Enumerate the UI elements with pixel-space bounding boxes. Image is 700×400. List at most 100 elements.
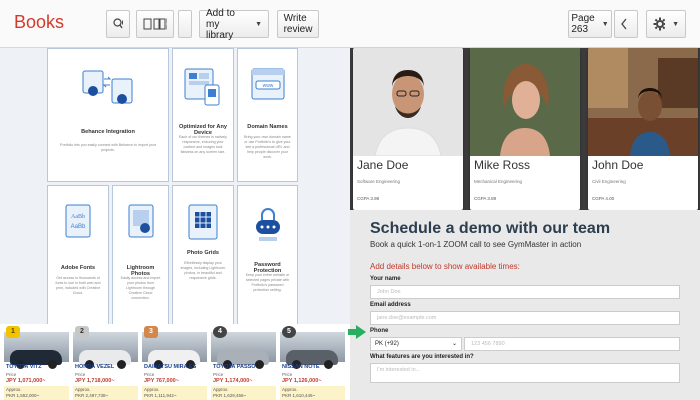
price-label: Price <box>282 372 293 377</box>
price-label: Price <box>6 372 17 377</box>
page-nav-group[interactable] <box>614 10 638 38</box>
feature-desc: Easily access and import your photos fro… <box>120 276 161 300</box>
feature-card-devices: Optimized for Any Device Each of our the… <box>172 48 234 182</box>
lightroom-icon <box>128 204 153 238</box>
name-field[interactable]: John Doe <box>370 285 680 299</box>
car-price: JPY 1,071,000~ <box>6 378 46 384</box>
rank-badge: 2 <box>75 326 89 338</box>
approx-price: Approx. PKR 2,497,738~ <box>73 386 138 400</box>
add-to-library-button[interactable]: Add to my library ▼ <box>199 8 269 41</box>
car-name[interactable]: DAIHATSU MIRA ES <box>144 364 196 370</box>
svg-text:AaBb: AaBb <box>71 224 86 230</box>
feature-desc: Bring your own domain name or use Portfo… <box>244 135 291 159</box>
lock-icon <box>255 208 280 241</box>
car-name[interactable]: TOYOTA VITZ <box>6 364 42 370</box>
feature-card-domain: www Domain Names Bring your own domain n… <box>237 48 298 182</box>
car-item[interactable]: 4 TOYOTA PASSO Price JPY 1,174,000~ Appr… <box>211 324 276 400</box>
features-textarea[interactable]: I'm interested in... <box>370 363 680 383</box>
feature-card-behance: Behance Integration Portfolio lets you e… <box>47 48 169 182</box>
country-code-value: PK (+92) <box>375 341 399 347</box>
page-label: Page 263 <box>571 13 595 35</box>
car-name[interactable]: NISSAN NOTE <box>282 364 320 370</box>
demo-form: Schedule a demo with our team Book a qui… <box>348 210 700 400</box>
dropdown-icon: ▼ <box>255 20 262 28</box>
feature-desc: Keep your entire website or selected pag… <box>245 273 290 292</box>
car-item[interactable]: 2 HONDA VEZEL Price JPY 1,718,000~ Appro… <box>73 324 138 400</box>
feature-card-password: Password Protection Keep your entire web… <box>237 185 298 325</box>
feature-desc: Get access to thousands of fonts to use … <box>55 276 101 295</box>
email-label: Email address <box>370 302 411 308</box>
profile-card[interactable]: Mike Ross Mechanical Engineering CGPA 3.… <box>470 48 580 210</box>
feature-desc: Each of our themes is natively responsiv… <box>179 135 227 154</box>
approx-price: Approx. PKR 1,111,942~ <box>142 386 207 400</box>
approx-price: Approx. PKR 1,629,456~ <box>211 386 276 400</box>
domain-icon: www <box>251 68 284 100</box>
car-item[interactable]: 5 NISSAN NOTE Price JPY 1,126,000~ Appro… <box>280 324 345 400</box>
profile-role: Civil Engineering <box>592 179 626 184</box>
price-label: Price <box>75 372 86 377</box>
car-name[interactable]: HONDA VEZEL <box>75 364 114 370</box>
svg-text:AaBb: AaBb <box>71 214 85 220</box>
profile-card[interactable]: John Doe Civil Engineering CGPA 4.00 <box>588 48 698 210</box>
feature-card-adobe-fonts: AaBb AaBb Adobe Fonts Get access to thous… <box>47 185 109 325</box>
form-heading: Schedule a demo with our team <box>370 220 611 237</box>
approx-price: Approx. PKR 1,552,000~ <box>4 386 69 400</box>
devices-icon <box>184 68 220 106</box>
page-select[interactable]: Page 263 ▼ <box>568 10 612 38</box>
profile-photo <box>353 48 463 156</box>
fonts-icon: AaBb AaBb <box>65 204 91 238</box>
profile-card[interactable]: Jane Doe Software Engineering CGPA 3.98 <box>353 48 463 210</box>
profile-photo <box>588 48 698 156</box>
rank-badge: 3 <box>144 326 158 338</box>
price-label: Price <box>144 372 155 377</box>
write-review-label: Write review <box>283 13 313 35</box>
link-button[interactable] <box>178 10 192 38</box>
email-field[interactable]: jane.doe@example.com <box>370 311 680 325</box>
gear-icon <box>653 17 666 31</box>
profile-name: John Doe <box>592 158 644 172</box>
feature-card-photo-grids: Photo Grids Effortlessly display your im… <box>172 185 234 325</box>
rank-badge: 5 <box>282 326 296 338</box>
zoom-button-group[interactable] <box>106 10 130 38</box>
car-item[interactable]: 1 TOYOTA VITZ Price JPY 1,071,000~ Appro… <box>4 324 69 400</box>
phone-label: Phone <box>370 328 389 334</box>
feature-title: Behance Integration <box>81 129 135 135</box>
dropdown-icon: ▼ <box>672 20 679 28</box>
zoom-icon <box>113 18 123 29</box>
car-price: JPY 1,126,000~ <box>282 378 322 384</box>
car-price: JPY 767,000~ <box>144 378 179 384</box>
country-code-select[interactable]: PK (+92) ⌄ <box>370 337 462 351</box>
chevron-down-icon: ⌄ <box>451 341 457 347</box>
car-name[interactable]: TOYOTA PASSO <box>213 364 256 370</box>
profile-photo <box>470 48 580 156</box>
feature-card-lightroom: Lightroom Photos Easily access and impor… <box>112 185 169 325</box>
view-mode-icon <box>143 18 167 30</box>
form-subheading: Book a quick 1-on-1 ZOOM call to see Gym… <box>370 240 582 249</box>
feature-title: Domain Names <box>247 124 288 130</box>
car-ranking-strip: 1 TOYOTA VITZ Price JPY 1,071,000~ Appro… <box>0 324 350 400</box>
arrow-right-icon <box>348 325 366 339</box>
behance-integration-icon <box>82 70 133 104</box>
profile-name: Mike Ross <box>474 158 531 172</box>
feature-title: Photo Grids <box>186 250 219 256</box>
profile-role: Software Engineering <box>357 179 401 184</box>
phone-field[interactable]: 123 456 7890 <box>464 337 680 351</box>
approx-price: Approx. PKR 1,610,445~ <box>280 386 345 400</box>
settings-button[interactable]: ▼ <box>646 10 686 38</box>
feature-desc: Effortlessly display your images, includ… <box>180 261 226 280</box>
form-instructions: Add details below to show available time… <box>370 262 520 271</box>
photo-grid-icon <box>188 204 218 240</box>
view-mode-group[interactable] <box>136 10 174 38</box>
feature-desc: Portfolio lets you easily connect with B… <box>60 143 156 152</box>
profile-gpa: CGPA 3.98 <box>357 196 380 201</box>
car-item[interactable]: 3 DAIHATSU MIRA ES Price JPY 767,000~ Ap… <box>142 324 207 400</box>
svg-text:www: www <box>262 83 273 89</box>
car-price: JPY 1,174,000~ <box>213 378 253 384</box>
books-logo[interactable]: Books <box>14 12 64 33</box>
name-label: Your name <box>370 276 401 282</box>
car-price: JPY 1,718,000~ <box>75 378 115 384</box>
rank-badge: 4 <box>213 326 227 338</box>
price-label: Price <box>213 372 224 377</box>
write-review-button[interactable]: Write review <box>277 10 319 38</box>
features-label: What features are you interested in? <box>370 354 474 360</box>
